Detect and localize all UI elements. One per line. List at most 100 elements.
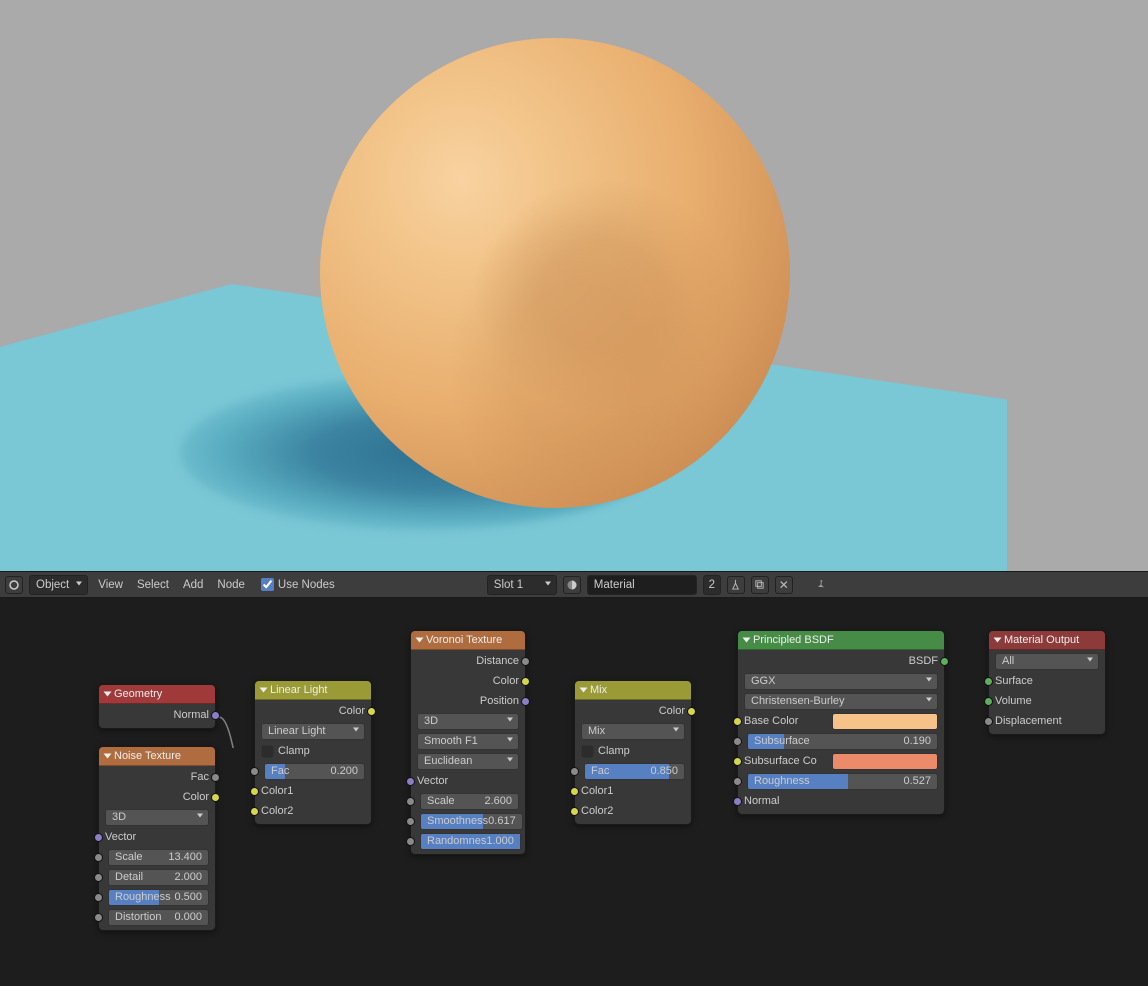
socket-dot[interactable]	[94, 833, 103, 842]
voronoi-feature[interactable]: Smooth F1	[417, 733, 519, 750]
node-title[interactable]: Noise Texture	[99, 747, 215, 766]
material-users[interactable]: 2	[703, 575, 721, 595]
socket-dot[interactable]	[733, 797, 742, 806]
socket-color: Color	[183, 791, 209, 803]
socket-dot[interactable]	[521, 677, 530, 686]
menu-add[interactable]: Add	[179, 579, 207, 591]
bsdf-subsurface[interactable]: Subsurface0.190	[747, 733, 938, 750]
socket-dot[interactable]	[521, 697, 530, 706]
voronoi-metric[interactable]: Euclidean	[417, 753, 519, 770]
voronoi-randomness[interactable]: Randomnes1.000	[420, 833, 521, 850]
bsdf-distribution[interactable]: GGX	[744, 673, 938, 690]
base-color-swatch[interactable]	[832, 713, 938, 730]
socket-dot[interactable]	[984, 677, 993, 686]
socket-color: Color	[339, 705, 365, 717]
node-editor-header: Object View Select Add Node Use Nodes Sl…	[0, 571, 1148, 598]
socket-dot[interactable]	[570, 807, 579, 816]
noise-dim[interactable]: 3D	[105, 809, 209, 826]
socket-dot[interactable]	[94, 913, 103, 922]
socket-dot[interactable]	[521, 657, 530, 666]
editor-type-icon[interactable]	[5, 576, 23, 594]
socket-surface: Surface	[995, 675, 1033, 687]
mix-clamp-check[interactable]	[581, 745, 594, 758]
noise-detail[interactable]: Detail2.000	[108, 869, 209, 886]
socket-dot[interactable]	[733, 737, 742, 746]
voronoi-dim[interactable]: 3D	[417, 713, 519, 730]
node-principled-bsdf[interactable]: Principled BSDF BSDF GGX Christensen-Bur…	[737, 630, 945, 815]
socket-dot[interactable]	[367, 707, 376, 716]
socket-dot[interactable]	[984, 697, 993, 706]
pin-icon[interactable]	[811, 576, 829, 594]
socket-fac: Fac	[191, 771, 209, 783]
menu-node[interactable]: Node	[213, 579, 249, 591]
socket-dot[interactable]	[570, 767, 579, 776]
fake-user-icon[interactable]	[727, 576, 745, 594]
node-title[interactable]: Linear Light	[255, 681, 371, 700]
node-linear-light[interactable]: Linear Light Color Linear Light Clamp Fa…	[254, 680, 372, 825]
socket-color2: Color2	[261, 805, 293, 817]
socket-vector: Vector	[105, 831, 136, 843]
unlink-icon[interactable]: ✕	[775, 576, 793, 594]
socket-dot[interactable]	[94, 893, 103, 902]
output-target[interactable]: All	[995, 653, 1099, 670]
noise-scale[interactable]: Scale13.400	[108, 849, 209, 866]
socket-dot[interactable]	[940, 657, 949, 666]
blend-mode[interactable]: Linear Light	[261, 723, 365, 740]
linear-fac[interactable]: Fac0.200	[264, 763, 365, 780]
menu-select[interactable]: Select	[133, 579, 173, 591]
node-mix[interactable]: Mix Color Mix Clamp Fac0.850 Color1 Colo…	[574, 680, 692, 825]
mix-fac[interactable]: Fac0.850	[584, 763, 685, 780]
clamp-check[interactable]	[261, 745, 274, 758]
node-noise-texture[interactable]: Noise Texture Fac Color 3D Vector Scale1…	[98, 746, 216, 931]
socket-dot[interactable]	[406, 797, 415, 806]
socket-dot[interactable]	[733, 717, 742, 726]
material-name-field[interactable]: Material	[587, 575, 697, 595]
bsdf-sss-method[interactable]: Christensen-Burley	[744, 693, 938, 710]
socket-dot[interactable]	[570, 787, 579, 796]
use-nodes-toggle[interactable]: Use Nodes	[261, 578, 335, 591]
socket-bsdf: BSDF	[909, 655, 938, 667]
socket-dot[interactable]	[250, 807, 259, 816]
socket-dot[interactable]	[406, 837, 415, 846]
node-title[interactable]: Mix	[575, 681, 691, 700]
base-color-label: Base Color	[744, 715, 826, 727]
duplicate-icon[interactable]	[751, 576, 769, 594]
node-title[interactable]: Material Output	[989, 631, 1105, 650]
socket-dot[interactable]	[406, 777, 415, 786]
socket-vector: Vector	[417, 775, 448, 787]
node-voronoi-texture[interactable]: Voronoi Texture Distance Color Position …	[410, 630, 526, 855]
material-slot[interactable]: Slot 1	[487, 575, 557, 595]
socket-dot[interactable]	[733, 777, 742, 786]
socket-dot[interactable]	[211, 793, 220, 802]
socket-dot[interactable]	[250, 787, 259, 796]
mix-blend[interactable]: Mix	[581, 723, 685, 740]
voronoi-scale[interactable]: Scale2.600	[420, 793, 519, 810]
socket-dot[interactable]	[733, 757, 742, 766]
socket-dot[interactable]	[211, 711, 220, 720]
socket-dot[interactable]	[94, 873, 103, 882]
node-title[interactable]: Voronoi Texture	[411, 631, 525, 650]
socket-dot[interactable]	[211, 773, 220, 782]
node-geometry[interactable]: Geometry Normal	[98, 684, 216, 729]
socket-volume: Volume	[995, 695, 1032, 707]
interaction-mode[interactable]: Object	[29, 575, 88, 595]
socket-dot[interactable]	[250, 767, 259, 776]
node-editor[interactable]: Geometry Normal Noise Texture Fac Color …	[0, 598, 1148, 986]
use-nodes-checkbox[interactable]	[261, 578, 274, 591]
noise-distortion[interactable]: Distortion0.000	[108, 909, 209, 926]
clamp-label: Clamp	[598, 745, 630, 757]
browse-material-icon[interactable]	[563, 576, 581, 594]
socket-dot[interactable]	[406, 817, 415, 826]
menu-view[interactable]: View	[94, 579, 127, 591]
node-material-output[interactable]: Material Output All Surface Volume Displ…	[988, 630, 1106, 735]
voronoi-smoothness[interactable]: Smoothness0.617	[420, 813, 523, 830]
node-title[interactable]: Principled BSDF	[738, 631, 944, 650]
node-title[interactable]: Geometry	[99, 685, 215, 704]
socket-dot[interactable]	[94, 853, 103, 862]
subsurface-color-swatch[interactable]	[832, 753, 938, 770]
socket-dot[interactable]	[984, 717, 993, 726]
noise-roughness[interactable]: Roughness0.500	[108, 889, 209, 906]
bsdf-roughness[interactable]: Roughness0.527	[747, 773, 938, 790]
socket-dot[interactable]	[687, 707, 696, 716]
viewport-3d[interactable]	[0, 0, 1148, 571]
